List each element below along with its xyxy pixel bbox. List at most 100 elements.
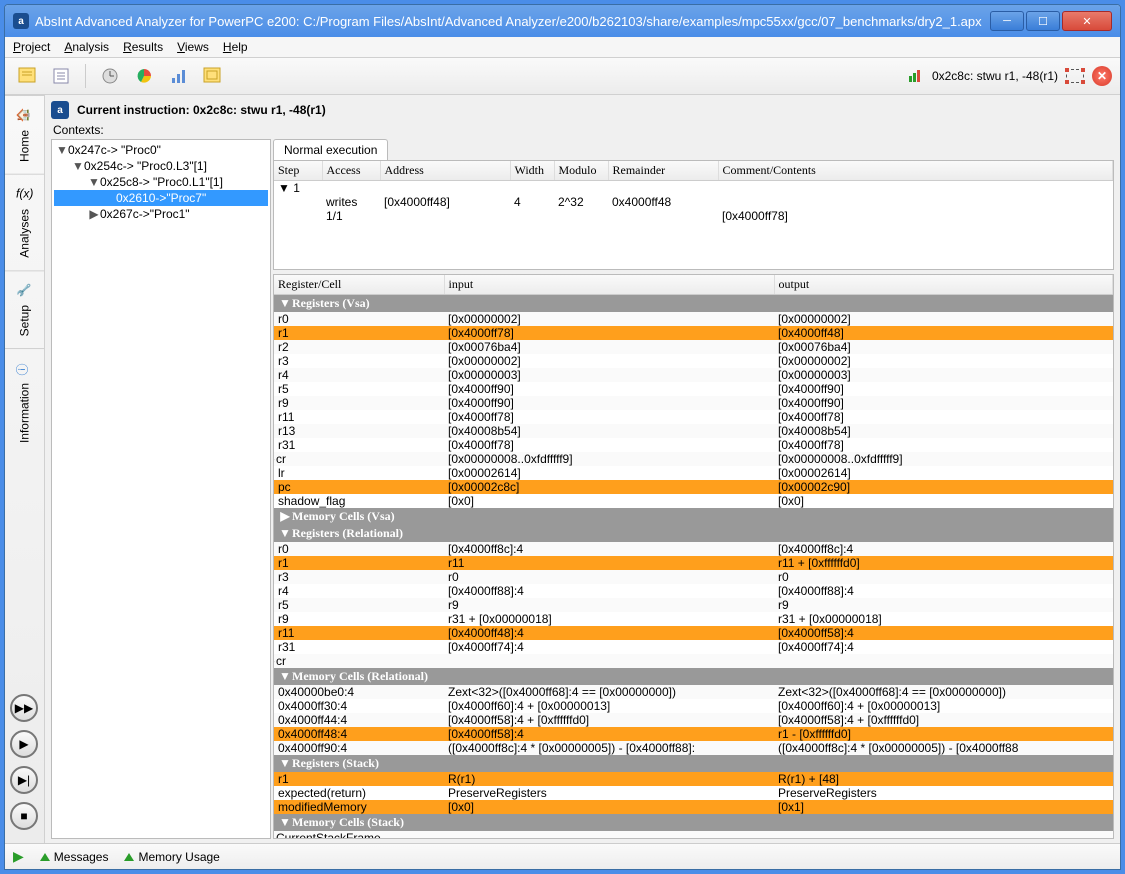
register-row[interactable]: r1R(r1)R(r1) + [48] [274,772,1113,786]
tree-node[interactable]: ▼0x25c8-> "Proc0.L1"[1] [54,174,268,190]
register-row[interactable]: 0x4000ff30:4[0x4000ff60]:4 + [0x00000013… [274,699,1113,713]
context-tree[interactable]: ▼0x247c-> "Proc0"▼0x254c-> "Proc0.L3"[1]… [51,139,271,839]
register-row[interactable]: r11[0x4000ff48]:4[0x4000ff58]:4 [274,626,1113,640]
error-icon[interactable]: ✕ [1092,66,1112,86]
menu-views[interactable]: Views [177,40,209,54]
register-row[interactable]: 0x4000ff44:4[0x4000ff58]:4 + [0xffffffd0… [274,713,1113,727]
tree-node[interactable]: ▼0x247c-> "Proc0" [54,142,268,158]
register-row[interactable]: r31[0x4000ff74]:4[0x4000ff74]:4 [274,640,1113,654]
fx-icon: f(x) [17,187,33,203]
status-bar: ▶ Messages Memory Usage [5,843,1120,869]
col-remainder[interactable]: Remainder [608,161,718,181]
register-row[interactable]: r9[0x4000ff90][0x4000ff90] [274,396,1113,410]
toolbar-btn-3[interactable] [96,62,124,90]
sidebar-tab-home[interactable]: Home🏠 [5,95,44,174]
window-title: AbsInt Advanced Analyzer for PowerPC e20… [35,14,990,29]
toolbar-btn-2[interactable] [47,62,75,90]
section-header[interactable]: ▶Memory Cells (Vsa) [274,508,1113,525]
register-row[interactable]: r3r0r0 [274,570,1113,584]
tree-node[interactable]: 0x2610->"Proc7" [54,190,268,206]
play-button[interactable]: ▶ [10,730,38,758]
toolbar-btn-4[interactable] [130,62,158,90]
messages-link[interactable]: Messages [40,850,109,864]
register-row[interactable]: shadow_flag[0x0][0x0] [274,494,1113,508]
info-icon: ⓘ [17,361,33,377]
col-address[interactable]: Address [380,161,510,181]
register-row[interactable]: r5[0x4000ff90][0x4000ff90] [274,382,1113,396]
home-icon: 🏠 [17,108,33,124]
sidebar-tab-analyses[interactable]: Analysesf(x) [5,174,44,270]
toolbar-btn-6[interactable] [198,62,226,90]
section-header[interactable]: ▼Memory Cells (Stack) [274,814,1113,831]
tab-normal-execution[interactable]: Normal execution [273,139,388,160]
register-row[interactable]: r2[0x00076ba4][0x00076ba4] [274,340,1113,354]
section-header[interactable]: ▼Registers (Stack) [274,755,1113,772]
menu-results[interactable]: Results [123,40,163,54]
contexts-label: Contexts: [51,121,1114,139]
tree-node[interactable]: ▼0x254c-> "Proc0.L3"[1] [54,158,268,174]
execution-table[interactable]: Step Access Address Width Modulo Remaind… [273,160,1114,270]
tab-strip: Normal execution [273,139,1114,160]
toolbar-btn-5[interactable] [164,62,192,90]
menu-project[interactable]: Project [13,40,50,54]
register-row[interactable]: r4[0x4000ff88]:4[0x4000ff88]:4 [274,584,1113,598]
col-access[interactable]: Access [322,161,380,181]
close-button[interactable]: ✕ [1062,11,1112,31]
register-table[interactable]: Register/Cell input output ▼Registers (V… [273,274,1114,839]
play-icon[interactable]: ▶ [13,848,24,865]
logo-icon: a [51,101,69,119]
exec-row[interactable]: ▼ 1 [274,181,1113,196]
exec-row[interactable]: 1/1[0x4000ff78] [274,209,1113,223]
section-header[interactable]: ▼Registers (Vsa) [274,295,1113,313]
menu-help[interactable]: Help [223,40,248,54]
register-row[interactable]: 0x4000ff48:4[0x4000ff58]:4r1 - [0xffffff… [274,727,1113,741]
tree-node[interactable]: ▶0x267c->"Proc1" [54,206,268,222]
col-register[interactable]: Register/Cell [274,275,444,295]
sidebar-tab-setup[interactable]: Setup🔧 [5,270,44,348]
sidebar-tab-information[interactable]: Informationⓘ [5,348,44,455]
register-row[interactable]: lr[0x00002614][0x00002614] [274,466,1113,480]
fullscreen-icon[interactable] [1066,69,1084,83]
minimize-button[interactable]: ─ [990,11,1024,31]
section-header[interactable]: ▼Registers (Relational) [274,525,1113,542]
section-header[interactable]: ▼Memory Cells (Relational) [274,668,1113,685]
register-row[interactable]: 0x40000be0:4Zext<32>([0x4000ff68]:4 == [… [274,685,1113,699]
register-row[interactable]: r4[0x00000003][0x00000003] [274,368,1113,382]
register-row[interactable]: ▼CurrentStackFrame [274,831,1113,839]
register-row[interactable]: ▶cr [274,654,1113,668]
step-forward-button[interactable]: ▶| [10,766,38,794]
register-row[interactable]: r1r11r11 + [0xffffffd0] [274,556,1113,570]
col-input[interactable]: input [444,275,774,295]
register-row[interactable]: 0x4000ff90:4([0x4000ff8c]:4 * [0x0000000… [274,741,1113,755]
content: Home🏠 Analysesf(x) Setup🔧 Informationⓘ a… [5,95,1120,843]
register-row[interactable]: pc[0x00002c8c][0x00002c90] [274,480,1113,494]
signal-icon [909,70,920,82]
register-row[interactable]: r31[0x4000ff78][0x4000ff78] [274,438,1113,452]
register-row[interactable]: r0[0x4000ff8c]:4[0x4000ff8c]:4 [274,542,1113,556]
register-row[interactable]: r9r31 + [0x00000018]r31 + [0x00000018] [274,612,1113,626]
memory-usage-link[interactable]: Memory Usage [124,850,219,864]
col-step[interactable]: Step [274,161,322,181]
stop-button[interactable]: ■ [10,802,38,830]
exec-row[interactable]: writes[0x4000ff48]42^320x4000ff48 [274,195,1113,209]
col-output[interactable]: output [774,275,1113,295]
register-row[interactable]: ▶cr[0x00000008..0xfdfffff9][0x00000008..… [274,452,1113,466]
register-row[interactable]: r13[0x40008b54][0x40008b54] [274,424,1113,438]
register-row[interactable]: r0[0x00000002][0x00000002] [274,312,1113,326]
register-row[interactable]: r5r9r9 [274,598,1113,612]
register-row[interactable]: r11[0x4000ff78][0x4000ff78] [274,410,1113,424]
col-width[interactable]: Width [510,161,554,181]
register-row[interactable]: expected(return)PreserveRegistersPreserv… [274,786,1113,800]
toolbar-status: 0x2c8c: stwu r1, -48(r1) ✕ [909,66,1112,86]
status-text: 0x2c8c: stwu r1, -48(r1) [932,69,1058,83]
register-row[interactable]: r1[0x4000ff78][0x4000ff48] [274,326,1113,340]
menu-analysis[interactable]: Analysis [64,40,109,54]
menubar: Project Analysis Results Views Help [5,37,1120,58]
register-row[interactable]: r3[0x00000002][0x00000002] [274,354,1113,368]
toolbar-btn-1[interactable] [13,62,41,90]
maximize-button[interactable]: ☐ [1026,11,1060,31]
col-modulo[interactable]: Modulo [554,161,608,181]
step-back-button[interactable]: ▶▶ [10,694,38,722]
col-comment[interactable]: Comment/Contents [718,161,1113,181]
register-row[interactable]: modifiedMemory[0x0][0x1] [274,800,1113,814]
